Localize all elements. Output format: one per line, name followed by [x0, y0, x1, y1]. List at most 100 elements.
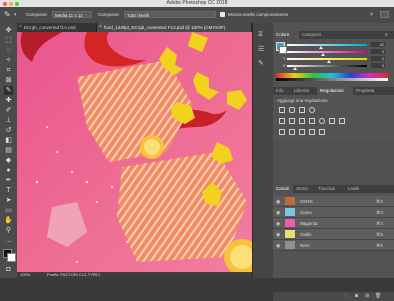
- properties-panel-icon[interactable]: ☰: [258, 45, 264, 53]
- channel-row[interactable]: ◉ Magenta ⌘4: [273, 218, 394, 229]
- quick-select-tool-icon[interactable]: ✧: [4, 56, 13, 65]
- path-selection-tool-icon[interactable]: ➤: [4, 196, 13, 205]
- quick-mask-icon[interactable]: ◘: [4, 265, 13, 274]
- save-selection-icon[interactable]: ◙: [355, 293, 358, 299]
- tab-swatches[interactable]: Campioni: [299, 31, 333, 39]
- visibility-eye-icon[interactable]: ◉: [276, 199, 280, 205]
- document-canvas[interactable]: [17, 32, 252, 272]
- tab-adjustments[interactable]: Regolazioni: [317, 87, 353, 95]
- blur-tool-icon[interactable]: ◆: [4, 156, 13, 165]
- lasso-tool-icon[interactable]: ◌: [4, 46, 13, 55]
- invert-icon[interactable]: [279, 129, 285, 135]
- document-tab[interactable]: × ECrgb_converted f1A.psd: [17, 23, 97, 32]
- channel-shortcut: ⌘3: [376, 210, 384, 215]
- brightness-contrast-icon[interactable]: [279, 107, 285, 113]
- vibrance-icon[interactable]: [279, 118, 285, 124]
- channel-row[interactable]: ◉ Ciano ⌘3: [273, 207, 394, 218]
- crop-tool-icon[interactable]: ⌗: [4, 66, 13, 75]
- photo-filter-icon[interactable]: [319, 118, 325, 124]
- search-icon[interactable]: ⌕: [370, 11, 374, 19]
- adjustments-heading: Aggiungi una regolazione: [277, 98, 328, 103]
- delete-channel-icon[interactable]: 🗑: [375, 293, 381, 299]
- posterize-icon[interactable]: [289, 129, 295, 135]
- panel-menu-icon[interactable]: ≡: [385, 31, 388, 39]
- marquee-tool-icon[interactable]: ⬚: [4, 36, 13, 45]
- workspace-switcher-icon[interactable]: [380, 11, 389, 18]
- sampling-ring-checkbox[interactable]: [220, 12, 225, 17]
- channel-row[interactable]: ◉ Giallo ⌘5: [273, 229, 394, 240]
- yellow-slider-label: Y: [283, 56, 286, 61]
- visibility-eye-icon[interactable]: ◉: [276, 243, 280, 249]
- close-tab-icon[interactable]: ×: [99, 23, 102, 32]
- black-slider[interactable]: [287, 65, 367, 70]
- hue-saturation-icon[interactable]: [289, 118, 295, 124]
- cyan-slider[interactable]: [287, 44, 367, 49]
- healing-brush-tool-icon[interactable]: ✚: [4, 96, 13, 105]
- magenta-value[interactable]: 0: [371, 49, 385, 54]
- background-color-swatch[interactable]: [7, 253, 16, 262]
- sample-size-label: Campione:: [26, 12, 48, 17]
- visibility-eye-icon[interactable]: ◉: [276, 210, 280, 216]
- yellow-slider[interactable]: [287, 58, 367, 63]
- rectangle-tool-icon[interactable]: ▭: [4, 206, 13, 215]
- tab-paths[interactable]: Tracciati: [315, 185, 345, 193]
- document-tab-active[interactable]: × food_1446pt_ECrgb_converted F13.psd @ …: [97, 23, 252, 32]
- tab-info[interactable]: Info: [273, 87, 291, 95]
- tab-properties[interactable]: Proprietà: [353, 87, 385, 95]
- pen-tool-icon[interactable]: ✒: [4, 176, 13, 185]
- history-panel-icon[interactable]: ⧖: [258, 31, 263, 39]
- hand-tool-icon[interactable]: ✋: [4, 216, 13, 225]
- channel-row[interactable]: ◉ CMYK ⌘2: [273, 196, 394, 207]
- gradient-tool-icon[interactable]: ▤: [4, 146, 13, 155]
- black-value[interactable]: 0: [371, 63, 385, 68]
- layer-sample-select[interactable]: Tutti i livelli: [124, 11, 216, 18]
- dodge-tool-icon[interactable]: ●: [4, 166, 13, 175]
- levels-icon[interactable]: [289, 107, 295, 113]
- channel-mixer-icon[interactable]: [329, 118, 335, 124]
- zoom-tool-icon[interactable]: ⚲: [4, 226, 13, 235]
- more-tools-icon[interactable]: …: [4, 236, 13, 245]
- slider-thumb[interactable]: [321, 53, 325, 56]
- brush-tool-icon[interactable]: ✐: [4, 106, 13, 115]
- tab-channels[interactable]: Canali: [273, 185, 293, 193]
- color-balance-icon[interactable]: [299, 118, 305, 124]
- gradient-map-icon[interactable]: [309, 129, 315, 135]
- visibility-eye-icon[interactable]: ◉: [276, 232, 280, 238]
- eyedropper-tool-icon[interactable]: ✎: [4, 86, 13, 95]
- cyan-value[interactable]: 42: [371, 42, 385, 47]
- color-lookup-icon[interactable]: [339, 118, 345, 124]
- load-selection-icon[interactable]: ◌: [345, 293, 348, 299]
- magenta-slider[interactable]: [287, 51, 367, 56]
- selective-color-icon[interactable]: [319, 129, 325, 135]
- threshold-icon[interactable]: [299, 129, 305, 135]
- chevron-down-icon[interactable]: ▾: [14, 12, 17, 18]
- zoom-level[interactable]: 100%: [20, 272, 30, 278]
- tab-layers[interactable]: Livelli: [345, 185, 369, 193]
- type-tool-icon[interactable]: T: [4, 186, 13, 195]
- brush-panel-icon[interactable]: ✎: [258, 59, 264, 67]
- move-tool-icon[interactable]: ✥: [4, 26, 13, 35]
- close-tab-icon[interactable]: ×: [19, 23, 22, 32]
- slider-thumb[interactable]: [293, 67, 297, 70]
- slider-thumb[interactable]: [318, 46, 323, 49]
- title-bar: Adobe Photoshop CC 2018: [0, 0, 394, 7]
- yellow-value[interactable]: 0: [371, 56, 385, 61]
- history-brush-tool-icon[interactable]: ↺: [4, 126, 13, 135]
- black-white-icon[interactable]: [309, 118, 315, 124]
- eyedropper-tool-icon[interactable]: ✎: [4, 10, 11, 19]
- clone-stamp-tool-icon[interactable]: ⊥: [4, 116, 13, 125]
- tab-libraries[interactable]: Librerie: [291, 87, 317, 95]
- tab-color[interactable]: Colore: [273, 31, 299, 39]
- color-spectrum-bar[interactable]: [276, 73, 388, 81]
- frame-tool-icon[interactable]: ⊠: [4, 76, 13, 85]
- eraser-tool-icon[interactable]: ◧: [4, 136, 13, 145]
- visibility-eye-icon[interactable]: ◉: [276, 221, 280, 227]
- curves-icon[interactable]: [299, 107, 305, 113]
- channel-row[interactable]: ◉ Nero ⌘6: [273, 240, 394, 251]
- tab-history[interactable]: Storia: [293, 185, 315, 193]
- sample-size-select[interactable]: Media 11 x 11: [52, 11, 92, 18]
- new-channel-icon[interactable]: ⊞: [365, 293, 369, 299]
- exposure-icon[interactable]: [309, 107, 315, 113]
- slider-thumb[interactable]: [326, 60, 331, 63]
- sampling-ring-label: Mostra anello campionamento: [228, 12, 289, 17]
